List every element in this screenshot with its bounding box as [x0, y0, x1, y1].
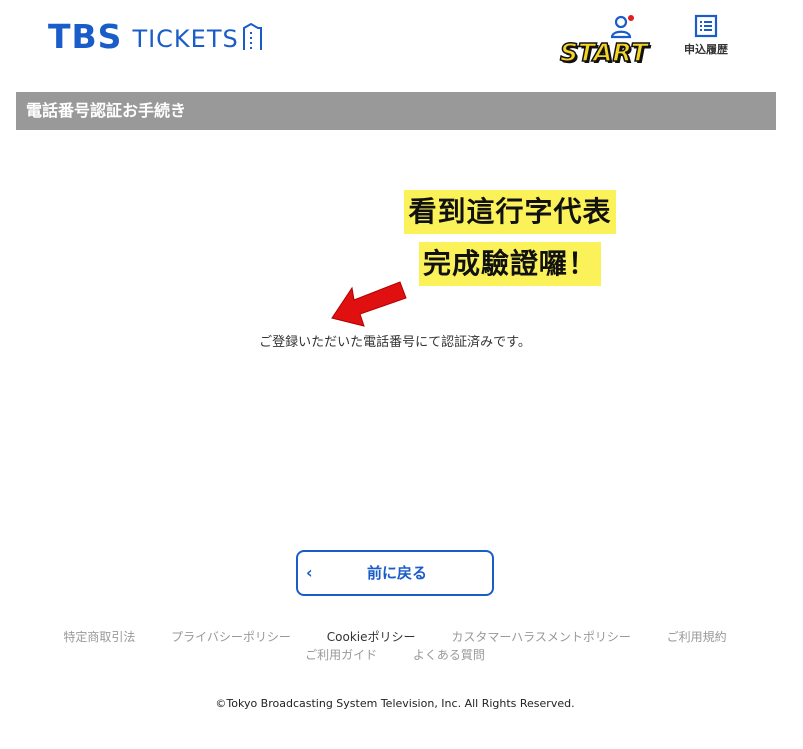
back-button[interactable]: ‹ 前に戻る	[296, 550, 494, 596]
page-title: 電話番号認証お手続き	[26, 101, 187, 120]
footer-link-privacy-policy[interactable]: プライバシーポリシー	[171, 630, 291, 644]
footer-link-commerce-law[interactable]: 特定商取引法	[63, 630, 135, 644]
footer-link-harassment-policy[interactable]: カスタマーハラスメントポリシー	[451, 630, 631, 644]
red-arrow-annotation	[331, 281, 407, 327]
application-history-link[interactable]: 申込履歴	[678, 14, 734, 64]
user-icon[interactable]	[610, 14, 636, 40]
copyright: ©Tokyo Broadcasting System Television, I…	[215, 697, 575, 710]
footer-link-guide[interactable]: ご利用ガイド	[305, 648, 377, 662]
verification-status-message: ご登録いただいた電話番号にて認証済みです。	[259, 335, 531, 350]
header: TBS TICKETS START 申込履歴	[0, 0, 803, 90]
account-area[interactable]: START	[558, 14, 668, 70]
annotation-line-1: 看到這行字代表	[404, 190, 616, 234]
logo-sub-text: TICKETS	[132, 25, 239, 53]
notification-dot	[628, 15, 634, 21]
annotation-line-2: 完成驗證囉！	[418, 242, 601, 286]
start-logo: START	[559, 37, 648, 68]
logo-main-text: TBS	[48, 17, 123, 56]
footer-link-terms[interactable]: ご利用規約	[667, 630, 727, 644]
footer-link-cookie-policy[interactable]: Cookieポリシー	[327, 630, 416, 644]
ticket-mark-icon	[242, 22, 262, 50]
section-header-bar: 電話番号認証お手続き	[16, 92, 776, 130]
footer-links: 特定商取引法 プライバシーポリシー Cookieポリシー カスタマーハラスメント…	[30, 628, 760, 664]
tbs-tickets-logo[interactable]: TBS TICKETS	[48, 18, 263, 54]
footer-link-faq[interactable]: よくある質問	[413, 648, 485, 662]
back-button-label: 前に戻る	[366, 564, 427, 582]
history-label: 申込履歴	[684, 43, 728, 56]
annotation-overlay: 看到這行字代表 完成驗證囉！	[380, 190, 640, 286]
list-icon	[694, 14, 718, 38]
